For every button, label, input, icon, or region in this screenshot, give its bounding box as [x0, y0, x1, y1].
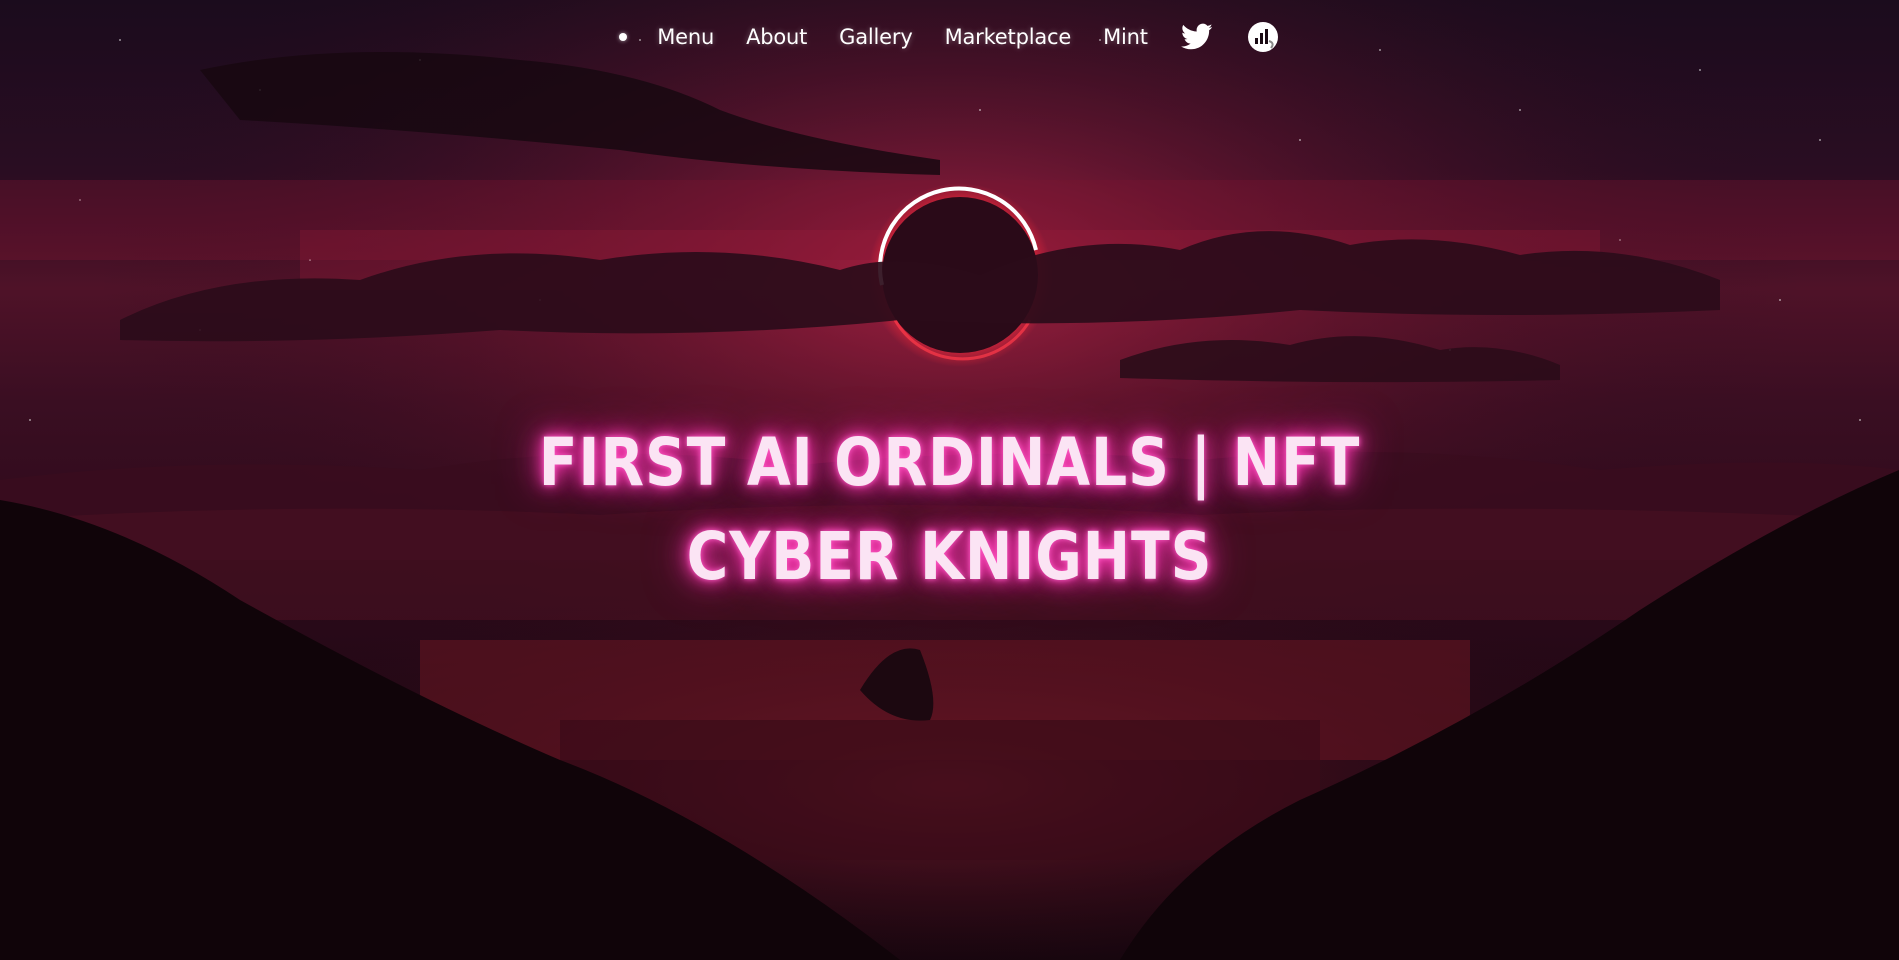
hero-headline-line1: FIRST AI ORDINALS | NFT	[538, 424, 1361, 501]
nav-about-link[interactable]: About	[746, 25, 807, 49]
nav-mint-link[interactable]: Mint	[1103, 25, 1148, 49]
nav-bullet	[619, 33, 628, 41]
nav-menu-link[interactable]: Menu	[657, 25, 714, 49]
landing-page: Menu About Gallery Marketplace Mint FIRS…	[0, 0, 1899, 960]
marketplace-logo-icon[interactable]	[1246, 20, 1280, 54]
hero-headline-line2: CYBER KNIGHTS	[686, 518, 1213, 595]
nav-marketplace-link[interactable]: Marketplace	[945, 25, 1072, 49]
nav-gallery-link[interactable]: Gallery	[839, 25, 913, 49]
twitter-icon[interactable]	[1180, 20, 1214, 54]
top-navigation: Menu About Gallery Marketplace Mint	[0, 0, 1899, 74]
